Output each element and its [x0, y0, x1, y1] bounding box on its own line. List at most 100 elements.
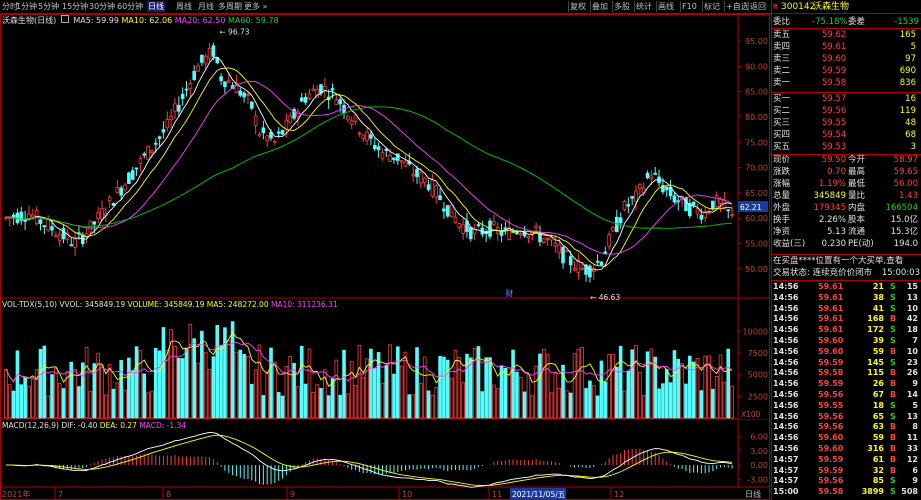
stat-value: 1.43 — [899, 191, 918, 201]
ma5-line — [5, 56, 733, 271]
volume-legend: VOL-TDX(5,10) VVOL: 345849.19 VOLUME: 34… — [2, 300, 338, 310]
ma10-line — [5, 67, 733, 267]
toolbar-fuquan-button[interactable]: 复权 — [570, 1, 586, 12]
tab-30min[interactable]: 30分钟 — [89, 1, 115, 12]
tab-15min[interactable]: 15分钟 — [62, 1, 88, 12]
volume-bar — [718, 354, 723, 419]
tab-60min[interactable]: 60分钟 — [117, 1, 143, 12]
volume-bar — [668, 382, 673, 419]
toolbar-draw-button[interactable]: 画线 — [658, 1, 674, 12]
toolbar-add-fav-button[interactable]: +自选 — [726, 1, 749, 12]
volume-bar — [549, 392, 554, 419]
tick-side: S — [890, 476, 896, 486]
toolbar-back-button[interactable]: 返回 — [750, 1, 766, 12]
tick-side: S — [890, 400, 896, 410]
bid-row-2: 买二 59.56 119 — [772, 106, 921, 117]
candle-body — [392, 157, 396, 161]
toolbar-stats-button[interactable]: 统计 — [636, 1, 652, 12]
volume-bar — [115, 382, 120, 419]
stat-label: 量比 — [848, 191, 866, 201]
tab-weekly[interactable]: 周线 — [176, 1, 192, 12]
ask-volume: 690 — [899, 66, 916, 76]
candle-body — [561, 246, 565, 264]
tick-time: 14:56 — [773, 357, 799, 367]
candle-body — [419, 172, 423, 184]
weicha-label: 委差 — [848, 17, 866, 27]
tick-row: 14:56 59.58 115 B 26 — [772, 368, 921, 378]
volume-bar — [265, 372, 269, 419]
volume-bar — [342, 349, 346, 419]
volume-bar — [104, 394, 108, 419]
tick-side: S — [890, 303, 896, 313]
candle-body — [257, 134, 262, 137]
ask-row-5: 卖五 59.62 165 — [772, 30, 921, 41]
ask-label: 卖四 — [773, 42, 791, 52]
volume-bar — [649, 348, 654, 419]
tick-count: 14 — [906, 390, 918, 399]
ask-price: 59.59 — [822, 66, 847, 76]
candle-body — [323, 85, 327, 91]
candle-body — [565, 250, 569, 253]
volume-bar — [127, 357, 131, 419]
stat-label: 流通 — [848, 227, 866, 237]
stat-label: 涨幅 — [773, 179, 791, 189]
price-tick-label: 90.00 — [745, 62, 768, 71]
tab-multi[interactable]: 多周期 — [218, 1, 242, 12]
tab-daily[interactable]: 日线 — [147, 1, 165, 12]
stat-label: 外盘 — [773, 203, 791, 213]
price-tick-label: 75.00 — [745, 138, 768, 147]
volume-bar — [726, 348, 731, 419]
toolbar-multi-stock-button[interactable]: 多股 — [614, 1, 630, 12]
bid-label: 买一 — [773, 94, 791, 104]
toolbar-f10-button[interactable]: F10 — [682, 1, 697, 12]
tab-monthly[interactable]: 月线 — [198, 1, 214, 12]
tick-count: 10 — [906, 303, 918, 313]
volume-bar — [319, 387, 323, 419]
candle-body — [130, 170, 135, 180]
vol-tick-label: 5000 — [748, 371, 768, 380]
tick-count: 42 — [906, 314, 918, 324]
tick-list[interactable]: 14:56 59.61 21 S 15 14:56 59.61 38 S 13 14:56 59.61… — [772, 282, 921, 500]
candle-body — [138, 158, 143, 164]
date-label: 2021年 — [2, 489, 30, 499]
tab-1min[interactable]: 1分钟 — [16, 1, 37, 12]
stat-label: 收益(三) — [773, 239, 806, 249]
candle-body — [649, 175, 654, 179]
volume-bar — [684, 383, 688, 419]
volume-bar — [273, 361, 277, 419]
stat-value: 2.26% — [818, 215, 846, 225]
volume-bar — [518, 376, 523, 419]
volume-bar — [615, 366, 619, 419]
tick-price: 59.61 — [818, 292, 844, 302]
ma60-line — [5, 106, 733, 229]
candle-body — [388, 155, 392, 162]
tab-more[interactable]: 更多 » — [244, 1, 267, 12]
tick-price: 59.60 — [818, 336, 844, 345]
toolbar-overlay-button[interactable]: 叠加 — [592, 1, 608, 12]
toolbar-mark-button[interactable]: 标记 — [704, 1, 720, 12]
volume-bar — [595, 395, 600, 419]
settings-icon[interactable] — [60, 15, 69, 23]
stats-table: 现价 59.50 今开 58.97 涨跌 0.70 最高 59.65 涨幅 1.19% 最低 56.0… — [772, 155, 921, 255]
volume-bar — [326, 395, 331, 419]
news-ticker[interactable]: 在买盘****位置有一个大买单,查看 — [773, 256, 921, 267]
ask-label: 卖一 — [773, 78, 791, 88]
tick-side: B — [890, 314, 897, 324]
candle-body — [319, 84, 323, 94]
tick-price: 59.61 — [818, 282, 844, 291]
candle-body — [622, 200, 627, 210]
stat-row: 换手 2.26% 股本 15.0亿 — [772, 215, 921, 226]
stat-label: 总量 — [773, 191, 791, 201]
ask-volume: 97 — [905, 54, 916, 64]
tick-row: 14:56 59.60 59 B 11 — [772, 433, 921, 443]
candle-body — [476, 224, 481, 227]
volume-bar — [73, 369, 77, 419]
volume-bar — [77, 386, 81, 419]
volume-bar — [680, 363, 684, 419]
tick-volume: 115 — [867, 368, 884, 378]
cai-marker-icon[interactable]: 财 — [505, 288, 513, 298]
tab-5min[interactable]: 5分钟 — [38, 1, 59, 12]
candle-body — [96, 211, 100, 220]
ask-price: 59.60 — [822, 54, 847, 64]
volume-bar — [526, 374, 531, 419]
